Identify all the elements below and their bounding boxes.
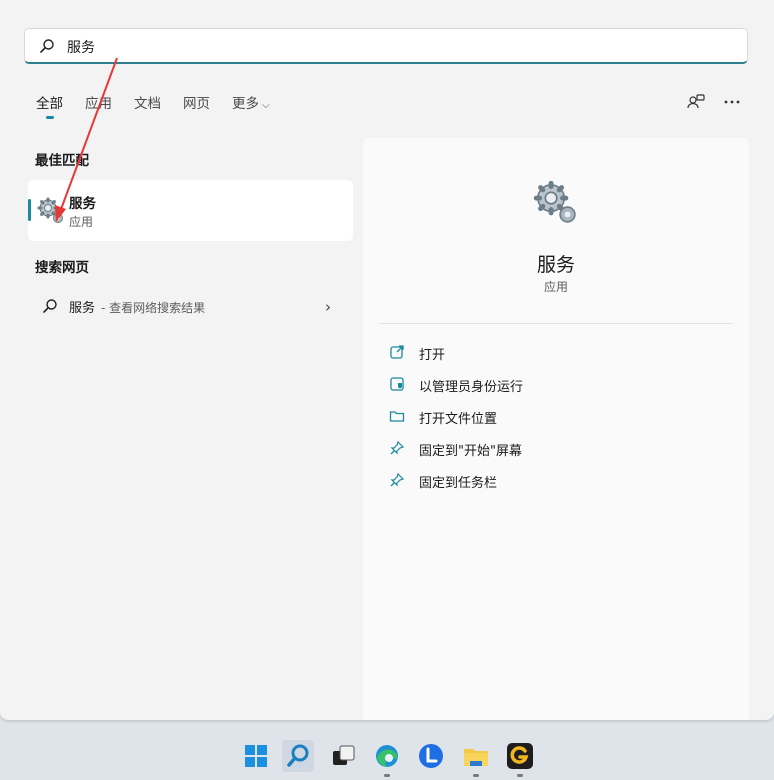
web-search-result[interactable]: 服务 - 查看网络搜索结果 › [28, 290, 353, 322]
action-open-file-location-label: 打开文件位置 [419, 412, 498, 427]
web-search-label: 服务 - 查看网络搜索结果 [69, 297, 205, 316]
task-view-button[interactable] [327, 740, 359, 772]
folder-icon [464, 749, 488, 766]
edge-icon [376, 745, 398, 767]
folder-icon [389, 411, 405, 422]
blue-l-app[interactable] [415, 740, 447, 772]
people-icon[interactable] [686, 92, 706, 112]
web-search-hint: - 查看网络搜索结果 [101, 301, 206, 315]
chevron-down-icon: ⌵ [262, 100, 270, 111]
search-button[interactable] [282, 740, 314, 772]
search-panel: 全部 应用 文档 网页 更多⌵ 最佳匹配 [0, 0, 774, 720]
taskbar [0, 734, 774, 780]
file-explorer-app[interactable] [460, 740, 492, 772]
tab-all[interactable]: 全部 [36, 92, 63, 122]
best-match-title: 服务 [69, 196, 96, 212]
g-app[interactable] [504, 740, 536, 772]
task-view-icon [333, 745, 355, 765]
start-button[interactable] [240, 740, 272, 772]
action-open-label: 打开 [419, 348, 446, 363]
services-gear-icon [533, 180, 576, 223]
tab-apps[interactable]: 应用 [85, 92, 112, 122]
pin-icon [390, 472, 405, 487]
running-indicator [517, 774, 523, 777]
action-pin-to-taskbar-label: 固定到任务栏 [419, 476, 498, 491]
tab-documents[interactable]: 文档 [134, 92, 161, 122]
action-run-as-admin[interactable]: 以管理员身份运行 [389, 374, 719, 396]
action-pin-to-taskbar[interactable]: 固定到任务栏 [389, 470, 719, 492]
selection-indicator [28, 199, 31, 221]
search-icon [43, 299, 57, 313]
action-open[interactable]: 打开 [389, 342, 719, 364]
pin-icon [390, 440, 405, 455]
search-icon [287, 744, 309, 767]
services-gear-icon [37, 197, 63, 223]
tab-web[interactable]: 网页 [183, 92, 210, 122]
action-open-file-location[interactable]: 打开文件位置 [389, 406, 719, 428]
windows-logo-icon [245, 745, 267, 767]
detail-subtitle: 应用 [543, 280, 568, 294]
tab-more[interactable]: 更多 ⌵ [232, 92, 270, 122]
web-search-heading: 搜索网页 [35, 260, 89, 276]
chevron-right-icon[interactable]: › [325, 298, 331, 316]
action-pin-to-start[interactable]: 固定到"开始"屏幕 [389, 438, 719, 460]
search-box[interactable] [24, 28, 748, 64]
open-external-icon [390, 345, 404, 359]
running-indicator [384, 774, 390, 777]
detail-title: 服务 [536, 254, 575, 276]
action-pin-to-start-label: 固定到"开始"屏幕 [419, 444, 522, 459]
more-dots-icon[interactable] [722, 92, 742, 112]
detail-pane: 服务 应用 打开 以管理员身份运行 打开文件位置 固定到"开始"屏幕 固定到任务… [363, 138, 749, 720]
divider [379, 323, 733, 324]
best-match-subtitle: 应用 [69, 215, 94, 229]
web-search-query: 服务 [69, 301, 96, 316]
shield-admin-icon [390, 377, 404, 391]
best-match-heading: 最佳匹配 [35, 153, 89, 169]
filter-tabs: 全部 应用 文档 网页 更多 ⌵ [36, 92, 292, 122]
action-run-as-admin-label: 以管理员身份运行 [419, 380, 524, 395]
search-icon [40, 39, 54, 53]
letter-g-icon [507, 743, 533, 769]
letter-l-icon [419, 744, 443, 768]
edge-app[interactable] [371, 740, 403, 772]
best-match-card[interactable]: 服务 应用 [28, 180, 353, 241]
search-input[interactable] [65, 33, 729, 61]
running-indicator [473, 774, 479, 777]
